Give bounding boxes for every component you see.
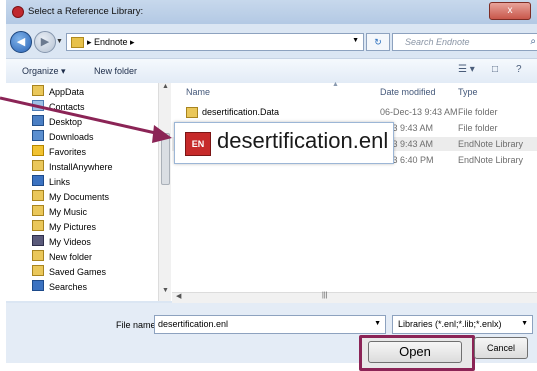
command-bar: Organize ▾ New folder ☰ ▾ □ ? xyxy=(6,58,537,84)
favorites-icon xyxy=(32,145,44,156)
music-icon xyxy=(32,205,44,216)
nav-item-favorites[interactable]: Favorites xyxy=(32,145,86,158)
videos-icon xyxy=(32,235,44,246)
folder-icon xyxy=(32,250,44,261)
nav-item-desktop[interactable]: Desktop xyxy=(32,115,82,128)
zoomed-file-name: desertification.enl xyxy=(217,128,389,153)
file-type-dropdown-icon[interactable]: ▼ xyxy=(521,320,528,327)
forward-button[interactable]: ▶ xyxy=(34,31,56,53)
breadcrumb[interactable]: ▸ Endnote ▸ xyxy=(87,37,135,48)
nav-item-searches[interactable]: Searches xyxy=(32,280,87,293)
links-icon xyxy=(32,175,44,186)
content-panes: AppData Contacts Desktop Downloads Favor… xyxy=(6,81,537,303)
file-name-input[interactable] xyxy=(155,316,371,331)
navigation-pane: AppData Contacts Desktop Downloads Favor… xyxy=(6,83,171,301)
nav-item-contacts[interactable]: Contacts xyxy=(32,100,85,113)
nav-item-my-videos[interactable]: My Videos xyxy=(32,235,91,248)
column-header-name[interactable]: Name xyxy=(186,87,210,97)
nav-item-links[interactable]: Links xyxy=(32,175,70,188)
file-type-select[interactable]: Libraries (*.enl;*.lib;*.enlx) ▼ xyxy=(392,315,533,334)
file-name-label: File name: xyxy=(116,320,159,330)
nav-item-appdata[interactable]: AppData xyxy=(32,85,84,98)
file-row[interactable]: desertification.Data 06-Dec-13 9:43 AM F… xyxy=(172,105,537,119)
open-button-highlight: Open xyxy=(359,335,475,371)
open-button[interactable]: Open xyxy=(368,341,462,363)
scroll-up-icon[interactable]: ▲ xyxy=(162,83,169,90)
folder-icon xyxy=(32,160,44,171)
help-icon[interactable]: ? xyxy=(516,64,522,75)
file-name-field[interactable]: ▼ xyxy=(154,315,386,334)
dialog-window: Select a Reference Library: x ◀ ▶ ▼ ▸ En… xyxy=(6,0,537,371)
zoomed-file-callout: EN desertification.enl xyxy=(174,122,394,164)
endnote-library-icon: EN xyxy=(185,132,211,156)
search-icon[interactable]: ⌕ xyxy=(530,36,536,47)
cancel-button[interactable]: Cancel xyxy=(474,337,528,359)
column-header-date[interactable]: Date modified xyxy=(380,87,436,97)
desktop-icon xyxy=(32,115,44,126)
nav-item-new-folder[interactable]: New folder xyxy=(32,250,92,263)
saved-games-icon xyxy=(32,265,44,276)
folder-icon xyxy=(186,107,198,118)
bottom-bar: File name: ▼ Libraries (*.enl;*.lib;*.en… xyxy=(6,303,537,371)
scroll-thumb-grip[interactable]: ||| xyxy=(322,292,327,299)
refresh-button[interactable]: ↻ xyxy=(366,33,390,51)
search-placeholder: Search Endnote xyxy=(405,37,470,47)
scroll-thumb[interactable] xyxy=(161,133,170,185)
scroll-down-icon[interactable]: ▼ xyxy=(162,287,169,294)
folder-icon xyxy=(71,37,84,48)
preview-pane-icon[interactable]: □ xyxy=(492,64,498,75)
views-icon[interactable]: ☰ ▾ xyxy=(458,64,475,75)
folder-icon xyxy=(32,85,44,96)
organize-button[interactable]: Organize ▾ xyxy=(22,66,66,77)
window-title: Select a Reference Library: xyxy=(28,6,144,17)
scroll-left-icon[interactable]: ◀ xyxy=(176,292,181,300)
file-name-dropdown-icon[interactable]: ▼ xyxy=(374,320,381,327)
documents-icon xyxy=(32,190,44,201)
nav-item-my-pictures[interactable]: My Pictures xyxy=(32,220,96,233)
file-list: ▲ Name Date modified Type desertificatio… xyxy=(172,81,537,301)
nav-scrollbar[interactable]: ▲ ▼ xyxy=(158,83,171,301)
contacts-icon xyxy=(32,100,44,111)
nav-item-my-documents[interactable]: My Documents xyxy=(32,190,109,203)
nav-item-my-music[interactable]: My Music xyxy=(32,205,87,218)
close-button[interactable]: x xyxy=(489,2,531,20)
searches-icon xyxy=(32,280,44,291)
address-row: ◀ ▶ ▼ ▸ Endnote ▸ ▼ ↻ Search Endnote ⌕ xyxy=(6,27,537,55)
nav-item-downloads[interactable]: Downloads xyxy=(32,130,94,143)
address-dropdown-icon[interactable]: ▼ xyxy=(352,37,359,44)
pictures-icon xyxy=(32,220,44,231)
history-dropdown-icon[interactable]: ▼ xyxy=(56,38,63,45)
title-bar[interactable]: Select a Reference Library: x xyxy=(6,0,537,24)
search-box[interactable]: Search Endnote ⌕ xyxy=(392,33,537,51)
horizontal-scrollbar[interactable]: ◀ ||| xyxy=(172,292,537,303)
nav-item-saved-games[interactable]: Saved Games xyxy=(32,265,106,278)
nav-item-installanywhere[interactable]: InstallAnywhere xyxy=(32,160,113,173)
address-bar[interactable]: ▸ Endnote ▸ ▼ xyxy=(66,33,364,51)
back-button[interactable]: ◀ xyxy=(10,31,32,53)
column-header-type[interactable]: Type xyxy=(458,87,478,97)
app-icon xyxy=(12,6,24,18)
sort-indicator-icon: ▲ xyxy=(332,81,339,88)
downloads-icon xyxy=(32,130,44,141)
new-folder-button[interactable]: New folder xyxy=(94,66,137,76)
